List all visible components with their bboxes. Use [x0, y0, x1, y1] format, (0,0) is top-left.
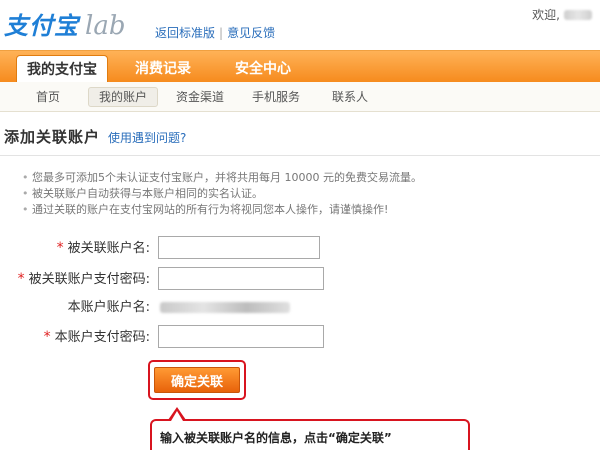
this-password-label: * 本账户支付密码: [44, 325, 150, 350]
subnav-contacts[interactable]: 联系人 [322, 87, 378, 107]
alipay-lab-logo[interactable]: 支付宝 lab [4, 6, 125, 41]
this-password-label-text: 本账户支付密码: [54, 330, 150, 345]
confirm-link-button[interactable]: 确定关联 [154, 367, 240, 393]
link-separator: | [219, 26, 224, 40]
this-account-row: 本账户账户名: [0, 296, 600, 320]
notes-list: 您最多可添加5个未认证支付宝账户，并将共用每月 10000 元的免费交易流量。 … [22, 170, 592, 218]
callout-text: 输入被关联账户名的信息，点击“确定关联” [160, 431, 392, 445]
linked-account-label: * 被关联账户名: [57, 236, 150, 261]
confirm-highlight-box: 确定关联 [148, 360, 246, 400]
required-mark: * [56, 240, 64, 256]
linked-account-label-text: 被关联账户名: [67, 241, 150, 256]
this-password-row: * 本账户支付密码: [0, 325, 600, 349]
this-account-label: 本账户账户名: [67, 300, 150, 315]
subnav-fund-channels[interactable]: 资金渠道 [166, 87, 234, 107]
note-item: 被关联账户自动获得与本账户相同的实名认证。 [22, 186, 592, 202]
this-password-input[interactable] [158, 325, 324, 348]
tab-security-center[interactable]: 安全中心 [228, 55, 298, 83]
linked-account-input[interactable] [158, 236, 320, 259]
page-title: 添加关联账户 [4, 128, 101, 146]
page-title-block: 添加关联账户 使用遇到问题? [4, 126, 186, 147]
note-item: 通过关联的账户在支付宝网站的所有行为将视同您本人操作，请谨慎操作! [22, 202, 592, 218]
tab-consumption-records[interactable]: 消费记录 [128, 55, 198, 83]
main-nav: 我的支付宝 消费记录 安全中心 [0, 50, 600, 83]
welcome-text: 欢迎, [532, 6, 592, 23]
title-divider [0, 155, 600, 156]
linked-password-label: * 被关联账户支付密码: [18, 267, 150, 292]
sub-nav: 首页 我的账户 资金渠道 手机服务 联系人 [0, 82, 600, 112]
logo-suffix: lab [85, 11, 126, 41]
note-item: 您最多可添加5个未认证支付宝账户，并将共用每月 10000 元的免费交易流量。 [22, 170, 592, 186]
blurred-account-name [160, 302, 290, 313]
subnav-my-account[interactable]: 我的账户 [88, 87, 159, 107]
logo-text: 支付宝 [4, 12, 79, 40]
instruction-callout: 输入被关联账户名的信息，点击“确定关联” [150, 419, 470, 450]
header: 支付宝 lab 返回标准版 | 意见反馈 欢迎, [0, 0, 600, 50]
blurred-username [564, 9, 592, 20]
welcome-label: 欢迎, [532, 8, 560, 22]
required-mark: * [43, 329, 51, 345]
linked-password-label-text: 被关联账户支付密码: [28, 272, 150, 287]
subnav-home[interactable]: 首页 [26, 87, 70, 107]
help-link[interactable]: 使用遇到问题? [108, 129, 186, 146]
linked-account-row: * 被关联账户名: [0, 236, 600, 260]
tab-my-alipay[interactable]: 我的支付宝 [16, 55, 108, 83]
back-to-standard-link[interactable]: 返回标准版 [155, 26, 215, 40]
feedback-link[interactable]: 意见反馈 [227, 26, 275, 40]
linked-password-row: * 被关联账户支付密码: [0, 267, 600, 291]
subnav-mobile-services[interactable]: 手机服务 [242, 87, 310, 107]
top-links: 返回标准版 | 意见反馈 [155, 24, 275, 41]
callout-pointer-fill [171, 411, 183, 421]
linked-password-input[interactable] [158, 267, 324, 290]
required-mark: * [17, 271, 25, 287]
